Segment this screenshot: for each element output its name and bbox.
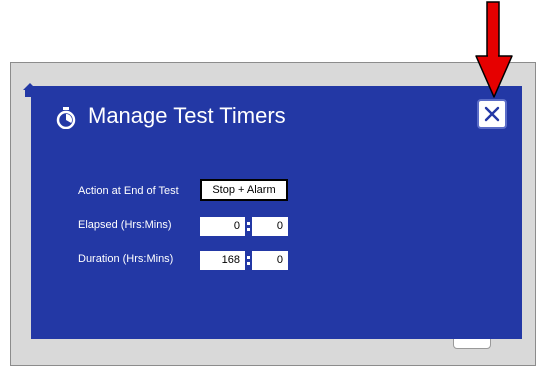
action-at-end-select[interactable]: Stop + Alarm xyxy=(200,179,288,201)
elapsed-label: Elapsed (Hrs:Mins) xyxy=(78,219,172,231)
manage-test-timers-dialog: Manage Test Timers Action at End of Test… xyxy=(31,86,522,339)
duration-colon xyxy=(246,251,250,270)
duration-mins-input[interactable]: 0 xyxy=(252,251,288,270)
elapsed-colon xyxy=(246,217,250,236)
elapsed-mins-input[interactable]: 0 xyxy=(252,217,288,236)
close-button[interactable] xyxy=(477,99,507,129)
close-icon xyxy=(484,106,500,122)
duration-hours-input[interactable]: 168 xyxy=(200,251,245,270)
dialog-title: Manage Test Timers xyxy=(88,103,286,128)
red-arrow-down-icon xyxy=(475,1,513,98)
elapsed-hours-input[interactable]: 0 xyxy=(200,217,245,236)
action-at-end-label: Action at End of Test xyxy=(78,185,179,197)
duration-label: Duration (Hrs:Mins) xyxy=(78,253,174,265)
stopwatch-icon xyxy=(56,107,76,129)
